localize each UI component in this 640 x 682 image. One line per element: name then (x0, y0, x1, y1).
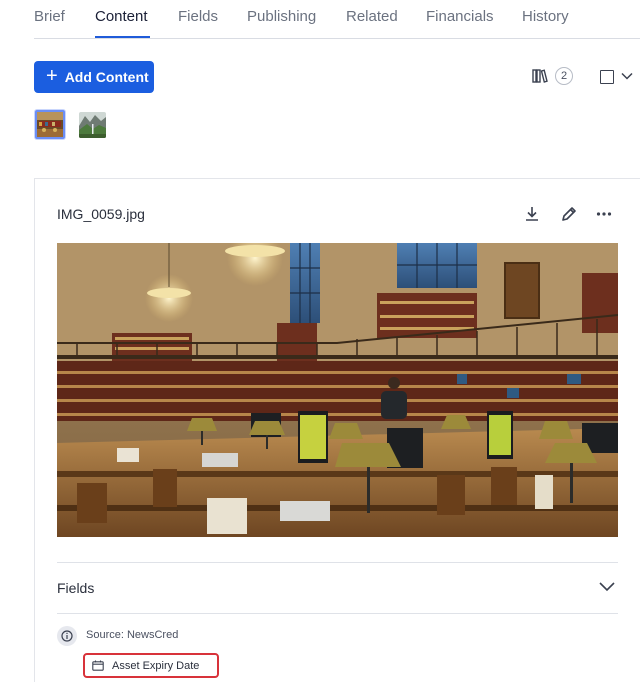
tab-financials[interactable]: Financials (426, 8, 494, 25)
asset-filename: IMG_0059.jpg (57, 206, 145, 222)
tab-fields[interactable]: Fields (178, 8, 218, 25)
section-divider (57, 562, 618, 563)
more-options-icon[interactable] (595, 205, 613, 223)
tab-content[interactable]: Content (95, 8, 148, 25)
fields-section-title: Fields (57, 580, 95, 596)
tab-history[interactable]: History (522, 8, 569, 25)
info-icon (57, 626, 77, 646)
asset-expiry-date-label: Asset Expiry Date (112, 659, 200, 672)
library-books-icon[interactable] (532, 68, 548, 84)
active-tab-indicator (95, 36, 150, 38)
asset-preview-image (57, 243, 618, 537)
tab-bar: Brief Content Fields Publishing Related … (34, 0, 640, 39)
asset-expiry-date-field[interactable]: Asset Expiry Date (83, 653, 219, 678)
source-label: Source: NewsCred (86, 629, 179, 641)
plus-icon: + (46, 65, 58, 87)
tab-publishing[interactable]: Publishing (247, 8, 316, 25)
tab-brief[interactable]: Brief (34, 8, 65, 25)
download-icon[interactable] (523, 205, 541, 223)
thumbnail-image-mountains (79, 112, 106, 138)
add-content-button[interactable]: + Add Content (34, 61, 154, 93)
section-divider (57, 613, 618, 614)
mountain-waterfall-thumbnail[interactable] (79, 112, 106, 138)
add-content-label: Add Content (64, 69, 149, 85)
calendar-icon (92, 660, 104, 671)
asset-count-badge: 2 (555, 67, 573, 85)
library-reading-room-thumbnail[interactable] (35, 110, 65, 139)
edit-pencil-icon[interactable] (560, 205, 578, 223)
thumbnail-image-library (37, 112, 63, 137)
select-all-checkbox[interactable] (600, 70, 614, 84)
library-reading-room-image (57, 243, 618, 537)
tab-related[interactable]: Related (346, 8, 398, 25)
chevron-down-icon[interactable] (620, 71, 634, 81)
chevron-down-icon[interactable] (598, 580, 616, 594)
